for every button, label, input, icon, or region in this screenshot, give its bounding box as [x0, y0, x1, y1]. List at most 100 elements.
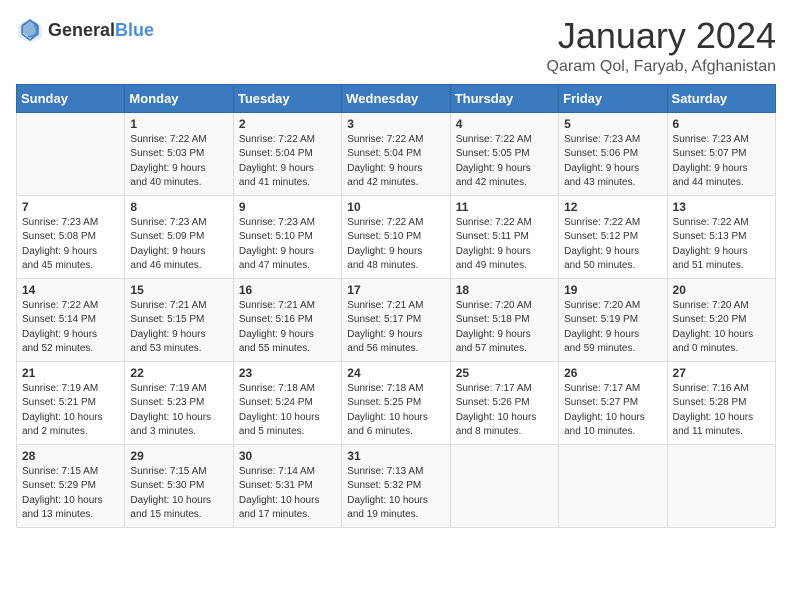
calendar-cell: 12 Sunrise: 7:22 AMSunset: 5:12 PMDayligh…	[559, 195, 667, 278]
day-info: Sunrise: 7:21 AMSunset: 5:16 PMDaylight:…	[239, 299, 336, 357]
calendar-cell: 13 Sunrise: 7:22 AMSunset: 5:13 PMDayligh…	[667, 195, 775, 278]
calendar-cell: 25 Sunrise: 7:17 AMSunset: 5:26 PMDayligh…	[450, 361, 558, 444]
day-number: 17	[347, 283, 444, 297]
calendar-cell: 17Sunrise: 7:21 AMSunset: 5:17 PMDayligh…	[342, 278, 450, 361]
calendar-cell: 2Sunrise: 7:22 AMSunset: 5:04 PMDaylight…	[233, 112, 341, 195]
day-info: Sunrise: 7:14 AMSunset: 5:31 PMDaylight:…	[239, 465, 336, 523]
day-info: Sunrise: 7:22 AMSunset: 5:10 PMDaylight:…	[347, 216, 444, 274]
day-number: 31	[347, 449, 444, 463]
day-info: Sunrise: 7:20 AMSunset: 5:18 PMDaylight:…	[456, 299, 553, 357]
day-info: Sunrise: 7:23 AMSunset: 5:06 PMDaylight:…	[564, 133, 661, 191]
day-info: Sunrise: 7:16 AMSunset: 5:28 PMDaylight:…	[673, 382, 770, 440]
calendar-cell: 16 Sunrise: 7:21 AMSunset: 5:16 PMDayligh…	[233, 278, 341, 361]
day-info: Sunrise: 7:15 AMSunset: 5:30 PMDaylight:…	[130, 465, 227, 523]
calendar-cell: 31Sunrise: 7:13 AMSunset: 5:32 PMDayligh…	[342, 444, 450, 527]
day-number: 16	[239, 283, 336, 297]
weekday-header-thursday: Thursday	[450, 84, 558, 112]
calendar-cell: 23Sunrise: 7:18 AMSunset: 5:24 PMDayligh…	[233, 361, 341, 444]
title-block: January 2024 Qaram Qol, Faryab, Afghanis…	[547, 16, 776, 76]
day-number: 25	[456, 366, 553, 380]
day-number: 4	[456, 117, 553, 131]
day-number: 9	[239, 200, 336, 214]
day-number: 29	[130, 449, 227, 463]
calendar-week-row: 21 Sunrise: 7:19 AMSunset: 5:21 PMDayligh…	[17, 361, 776, 444]
day-number: 13	[673, 200, 770, 214]
calendar-cell: 27 Sunrise: 7:16 AMSunset: 5:28 PMDayligh…	[667, 361, 775, 444]
day-info: Sunrise: 7:22 AMSunset: 5:03 PMDaylight:…	[130, 133, 227, 191]
day-number: 14	[22, 283, 119, 297]
day-number: 3	[347, 117, 444, 131]
day-number: 12	[564, 200, 661, 214]
calendar-cell: 30 Sunrise: 7:14 AMSunset: 5:31 PMDayligh…	[233, 444, 341, 527]
calendar-cell: 5 Sunrise: 7:23 AMSunset: 5:06 PMDaylight…	[559, 112, 667, 195]
day-number: 2	[239, 117, 336, 131]
day-info: Sunrise: 7:22 AMSunset: 5:14 PMDaylight:…	[22, 299, 119, 357]
weekday-header-tuesday: Tuesday	[233, 84, 341, 112]
weekday-header-monday: Monday	[125, 84, 233, 112]
weekday-header-row: SundayMondayTuesdayWednesdayThursdayFrid…	[17, 84, 776, 112]
day-number: 1	[130, 117, 227, 131]
logo-text: GeneralBlue	[48, 20, 154, 41]
day-info: Sunrise: 7:23 AMSunset: 5:08 PMDaylight:…	[22, 216, 119, 274]
day-info: Sunrise: 7:15 AMSunset: 5:29 PMDaylight:…	[22, 465, 119, 523]
logo: GeneralBlue	[16, 16, 154, 44]
day-info: Sunrise: 7:18 AMSunset: 5:24 PMDaylight:…	[239, 382, 336, 440]
location-subtitle: Qaram Qol, Faryab, Afghanistan	[547, 58, 776, 76]
day-info: Sunrise: 7:22 AMSunset: 5:13 PMDaylight:…	[673, 216, 770, 274]
calendar-cell: 26 Sunrise: 7:17 AMSunset: 5:27 PMDayligh…	[559, 361, 667, 444]
calendar-cell: 14 Sunrise: 7:22 AMSunset: 5:14 PMDayligh…	[17, 278, 125, 361]
day-info: Sunrise: 7:17 AMSunset: 5:26 PMDaylight:…	[456, 382, 553, 440]
calendar-cell: 11 Sunrise: 7:22 AMSunset: 5:11 PMDayligh…	[450, 195, 558, 278]
day-number: 5	[564, 117, 661, 131]
calendar-cell: 19 Sunrise: 7:20 AMSunset: 5:19 PMDayligh…	[559, 278, 667, 361]
day-number: 22	[130, 366, 227, 380]
day-info: Sunrise: 7:22 AMSunset: 5:04 PMDaylight:…	[347, 133, 444, 191]
day-number: 21	[22, 366, 119, 380]
calendar-cell: 4 Sunrise: 7:22 AMSunset: 5:05 PMDaylight…	[450, 112, 558, 195]
calendar-cell: 29 Sunrise: 7:15 AMSunset: 5:30 PMDayligh…	[125, 444, 233, 527]
day-info: Sunrise: 7:19 AMSunset: 5:23 PMDaylight:…	[130, 382, 227, 440]
logo-icon	[16, 16, 44, 44]
calendar-week-row: 14 Sunrise: 7:22 AMSunset: 5:14 PMDayligh…	[17, 278, 776, 361]
day-info: Sunrise: 7:19 AMSunset: 5:21 PMDaylight:…	[22, 382, 119, 440]
day-info: Sunrise: 7:22 AMSunset: 5:12 PMDaylight:…	[564, 216, 661, 274]
day-info: Sunrise: 7:20 AMSunset: 5:19 PMDaylight:…	[564, 299, 661, 357]
day-number: 24	[347, 366, 444, 380]
month-year-title: January 2024	[547, 16, 776, 56]
day-number: 6	[673, 117, 770, 131]
day-number: 27	[673, 366, 770, 380]
weekday-header-sunday: Sunday	[17, 84, 125, 112]
calendar-cell	[450, 444, 558, 527]
calendar-cell: 28 Sunrise: 7:15 AMSunset: 5:29 PMDayligh…	[17, 444, 125, 527]
calendar-cell	[667, 444, 775, 527]
day-number: 7	[22, 200, 119, 214]
weekday-header-friday: Friday	[559, 84, 667, 112]
day-number: 19	[564, 283, 661, 297]
day-number: 28	[22, 449, 119, 463]
calendar-cell: 21 Sunrise: 7:19 AMSunset: 5:21 PMDayligh…	[17, 361, 125, 444]
weekday-header-wednesday: Wednesday	[342, 84, 450, 112]
day-info: Sunrise: 7:23 AMSunset: 5:09 PMDaylight:…	[130, 216, 227, 274]
calendar-cell: 24Sunrise: 7:18 AMSunset: 5:25 PMDayligh…	[342, 361, 450, 444]
day-info: Sunrise: 7:23 AMSunset: 5:10 PMDaylight:…	[239, 216, 336, 274]
day-number: 26	[564, 366, 661, 380]
calendar-cell: 6Sunrise: 7:23 AMSunset: 5:07 PMDaylight…	[667, 112, 775, 195]
day-info: Sunrise: 7:22 AMSunset: 5:05 PMDaylight:…	[456, 133, 553, 191]
calendar-week-row: 7 Sunrise: 7:23 AMSunset: 5:08 PMDaylight…	[17, 195, 776, 278]
calendar-cell: 10Sunrise: 7:22 AMSunset: 5:10 PMDayligh…	[342, 195, 450, 278]
calendar-cell: 3 Sunrise: 7:22 AMSunset: 5:04 PMDaylight…	[342, 112, 450, 195]
day-number: 18	[456, 283, 553, 297]
day-number: 11	[456, 200, 553, 214]
day-number: 30	[239, 449, 336, 463]
calendar-week-row: 28 Sunrise: 7:15 AMSunset: 5:29 PMDayligh…	[17, 444, 776, 527]
calendar-cell	[559, 444, 667, 527]
day-info: Sunrise: 7:17 AMSunset: 5:27 PMDaylight:…	[564, 382, 661, 440]
day-info: Sunrise: 7:22 AMSunset: 5:11 PMDaylight:…	[456, 216, 553, 274]
calendar-cell: 18 Sunrise: 7:20 AMSunset: 5:18 PMDayligh…	[450, 278, 558, 361]
calendar-cell: 9 Sunrise: 7:23 AMSunset: 5:10 PMDaylight…	[233, 195, 341, 278]
calendar-table: SundayMondayTuesdayWednesdayThursdayFrid…	[16, 84, 776, 528]
calendar-cell: 20Sunrise: 7:20 AMSunset: 5:20 PMDayligh…	[667, 278, 775, 361]
weekday-header-saturday: Saturday	[667, 84, 775, 112]
day-info: Sunrise: 7:20 AMSunset: 5:20 PMDaylight:…	[673, 299, 770, 357]
day-number: 15	[130, 283, 227, 297]
